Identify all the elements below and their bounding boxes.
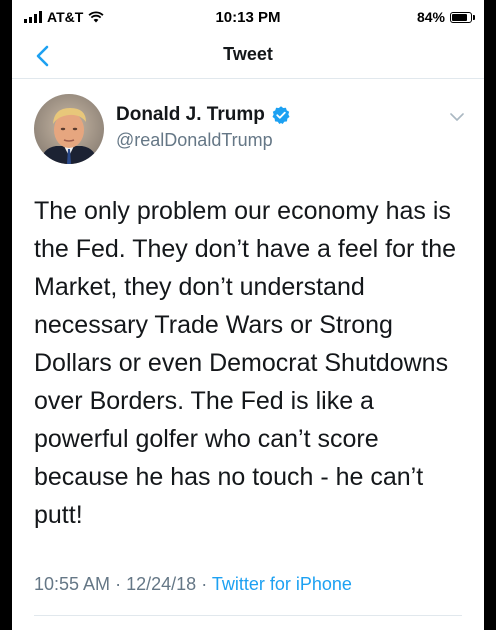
author-name[interactable]: Donald J. Trump: [116, 104, 265, 126]
tweet-source-link[interactable]: Twitter for iPhone: [212, 574, 352, 594]
meta-separator: ·: [115, 574, 122, 594]
nav-title: Tweet: [223, 44, 273, 64]
author-handle[interactable]: @realDonaldTrump: [116, 130, 273, 151]
tweet-time: 10:55 AM: [34, 574, 111, 594]
tweet-meta: 10:55 AM · 12/24/18 · Twitter for iPhone: [34, 574, 352, 595]
status-bar: AT&T 10:13 PM 84%: [12, 0, 484, 34]
meta-separator-2: ·: [201, 574, 208, 594]
status-right: 84%: [416, 9, 475, 25]
battery-percent: 84%: [416, 9, 445, 25]
tweet-text: The only problem our economy has is the …: [34, 197, 457, 529]
verified-badge-icon: [272, 106, 290, 124]
tweet-screen: AT&T 10:13 PM 84% Tweet Donald J. Trump …: [12, 0, 484, 630]
divider: [34, 615, 462, 616]
caret-down-icon[interactable]: [450, 112, 464, 122]
status-time: 10:13 PM: [215, 9, 281, 26]
battery-icon: [450, 11, 475, 23]
avatar[interactable]: [34, 94, 104, 164]
author-name-row: Donald J. Trump: [116, 104, 291, 126]
tweet-date: 12/24/18: [126, 574, 197, 594]
battery-fill: [452, 13, 468, 21]
nav-bar: Tweet: [12, 34, 484, 79]
